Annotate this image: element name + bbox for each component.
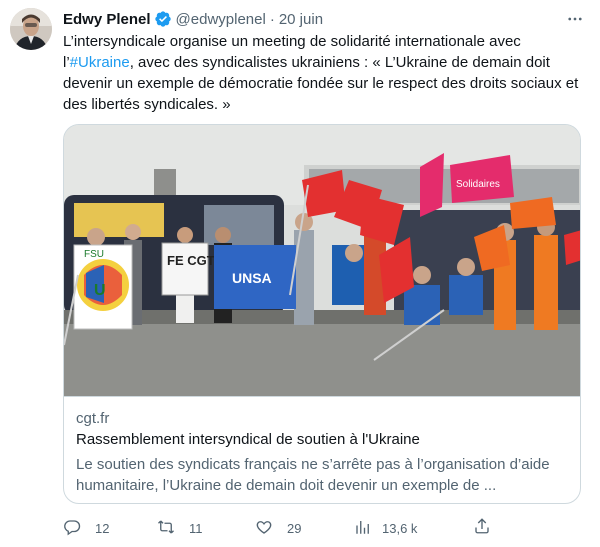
banner-text: UNSA <box>232 270 272 286</box>
views-button[interactable]: 13,6 k <box>354 515 417 541</box>
like-button[interactable]: 29 <box>255 515 301 541</box>
reply-button[interactable]: 12 <box>63 515 109 541</box>
reply-count: 12 <box>95 520 110 536</box>
views-count: 13,6 k <box>382 520 418 536</box>
tweet-header: Edwy Plenel @edwyplenel · 20 juin <box>63 9 588 29</box>
retweet-icon <box>157 518 175 539</box>
more-icon[interactable] <box>564 9 586 29</box>
author-name[interactable]: Edwy Plenel <box>63 11 151 28</box>
card-title[interactable]: Rassemblement intersyndical de soutien à… <box>76 431 570 448</box>
avatar[interactable] <box>10 8 52 50</box>
retweet-count: 11 <box>189 520 203 536</box>
views-icon <box>354 518 372 539</box>
verified-badge-icon <box>154 10 172 28</box>
svg-text:U: U <box>94 282 106 299</box>
share-icon <box>473 517 491 540</box>
action-bar: 12 11 29 13,6 k <box>60 515 500 541</box>
card-photo[interactable]: U FSU FE CGT UNSA Solidaires <box>64 125 580 397</box>
share-button[interactable] <box>473 515 495 541</box>
svg-text:FSU: FSU <box>84 249 104 260</box>
reply-icon <box>63 518 81 539</box>
card-domain: cgt.fr <box>76 410 110 427</box>
tweet-timestamp[interactable]: 20 juin <box>279 11 323 28</box>
card-description: Le soutien des syndicats français ne s’a… <box>76 456 550 494</box>
hashtag-link[interactable]: #Ukraine <box>70 54 130 71</box>
retweet-button[interactable]: 11 <box>157 515 203 541</box>
banner-text: FE CGT <box>167 253 215 268</box>
tweet-text: L’intersyndicale organise un meeting de … <box>63 31 591 115</box>
heart-icon <box>255 518 273 539</box>
link-card[interactable]: U FSU FE CGT UNSA Solidaires cgt.fr Rass… <box>63 124 581 504</box>
tweet[interactable]: Edwy Plenel @edwyplenel · 20 juin L’inte… <box>0 0 600 547</box>
tweet-text-part2: , avec des syndicalistes ukrainiens : « … <box>63 54 579 113</box>
like-count: 29 <box>287 520 302 536</box>
separator-dot: · <box>269 10 275 28</box>
banner-text: Solidaires <box>456 179 500 190</box>
author-handle[interactable]: @edwyplenel <box>176 11 266 28</box>
